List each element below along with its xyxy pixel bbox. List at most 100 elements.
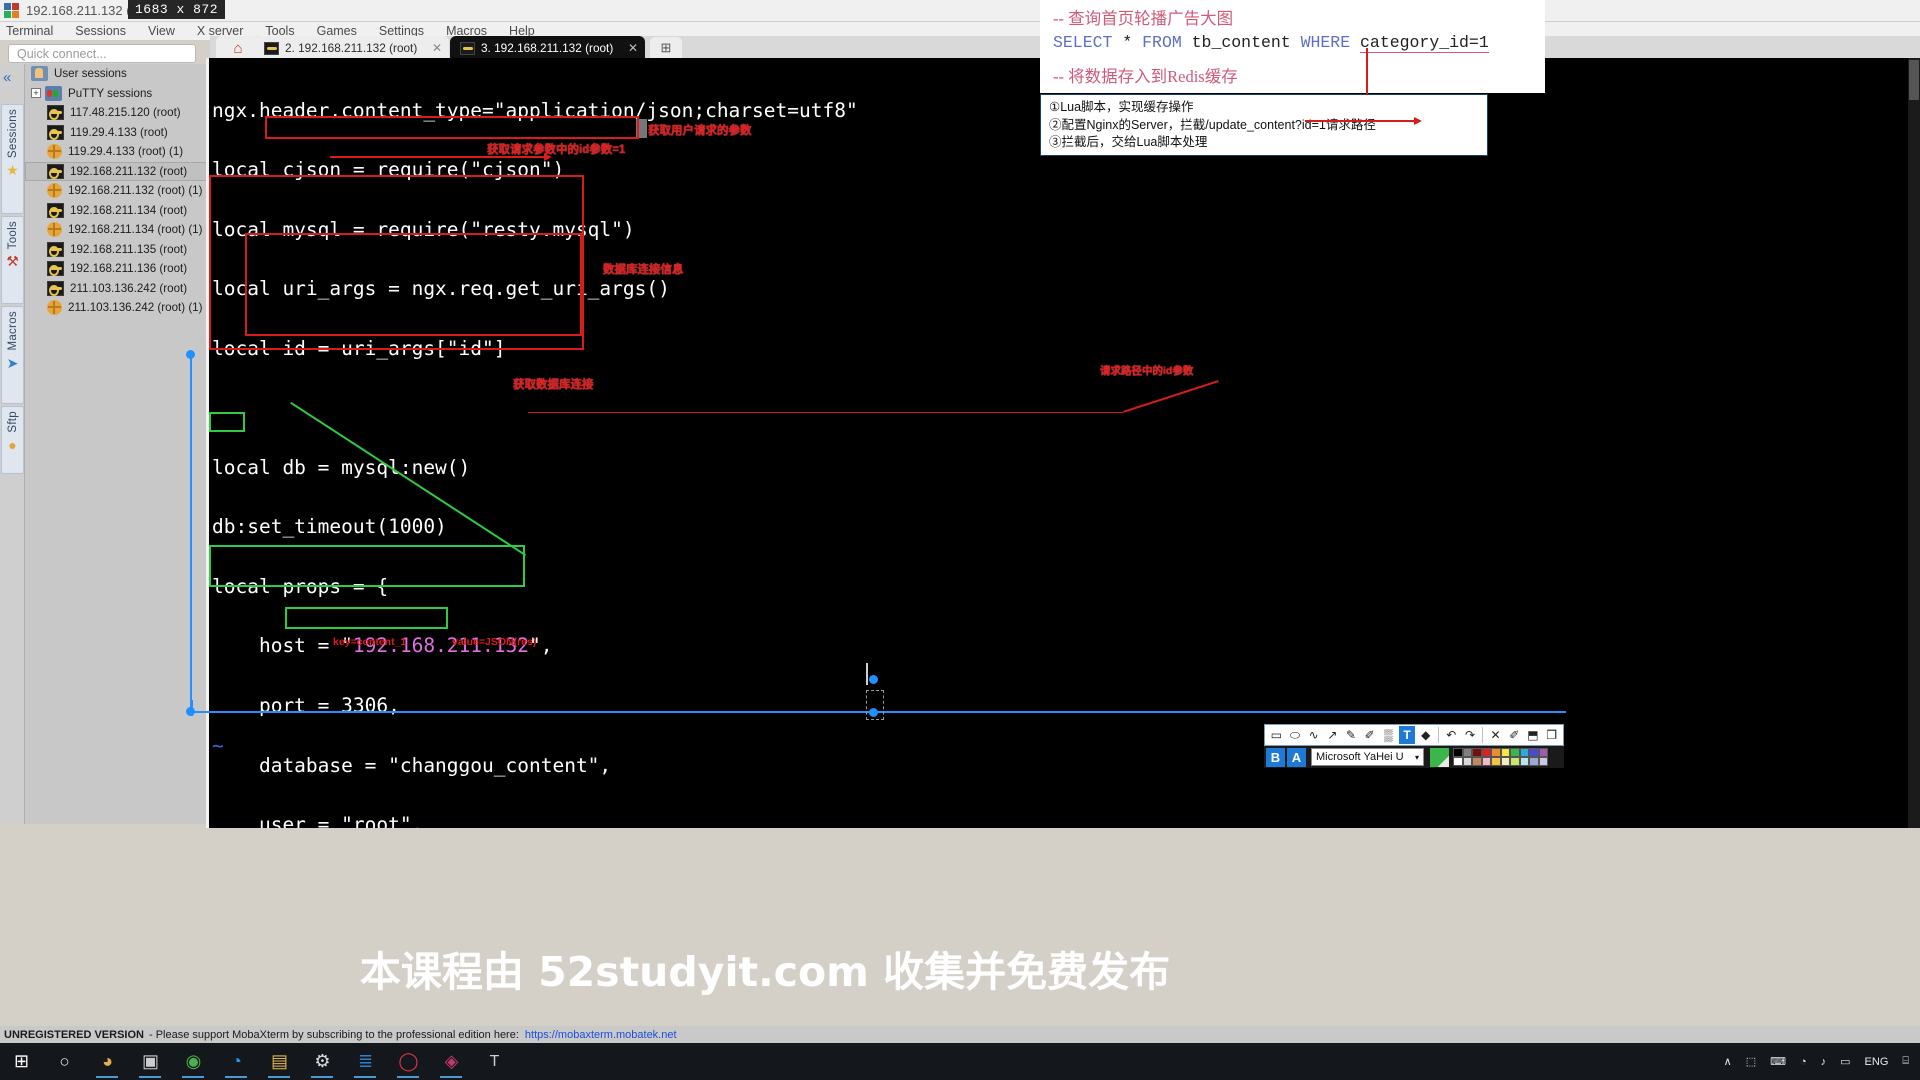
color-swatch[interactable] [1481, 757, 1491, 766]
taskbar-text-app[interactable]: T [473, 1043, 516, 1080]
color-swatch[interactable] [1472, 748, 1482, 757]
scrollbar-thumb[interactable] [1909, 60, 1919, 100]
session-item-3[interactable]: 192.168.211.132 (root) [25, 161, 210, 181]
save-button-icon[interactable]: ⬒ [1525, 726, 1542, 744]
font-color-toolbar[interactable]: B A Microsoft YaHei U ▾ [1264, 746, 1564, 768]
expand-icon[interactable]: + [31, 88, 41, 99]
font-style-button[interactable]: A [1287, 747, 1306, 767]
tray-network-icon[interactable]: ◔ [1800, 1056, 1807, 1068]
session-item-0[interactable]: 117.48.215.120 (root) [25, 103, 210, 123]
drawing-toolbar[interactable]: ▭ ⬭ ∿ ↗ ✎ ✐ ▒ T ◆ ↶ ↷ ✕ ✐ ⬒ ❐ [1264, 724, 1564, 746]
arrow-tool-icon[interactable]: ↗ [1324, 726, 1341, 744]
tab-session-3[interactable]: 3. 192.168.211.132 (root) ✕ [450, 36, 645, 60]
tray-keyboard-icon[interactable]: ⌨ [1770, 1055, 1786, 1068]
color-swatch[interactable] [1538, 757, 1548, 766]
color-swatch[interactable] [1453, 757, 1463, 766]
color-swatch[interactable] [1529, 748, 1539, 757]
color-swatch[interactable] [1500, 748, 1510, 757]
color-swatch[interactable] [1472, 757, 1482, 766]
windows-taskbar[interactable]: ⊞ ○ ◕ ▣ ◉ ◔ ▤ ⚙ ≣ ◯ ◈ T ∧ ⬚ ⌨ ◔ ♪ ▭ ENG … [0, 1043, 1920, 1080]
color-swatch[interactable] [1462, 757, 1472, 766]
text-tool-icon[interactable]: T [1398, 726, 1416, 744]
color-swatch[interactable] [1462, 748, 1472, 757]
menu-view[interactable]: View [148, 24, 175, 38]
session-item-7[interactable]: 192.168.211.135 (root) [25, 240, 210, 260]
session-item-8[interactable]: 192.168.211.136 (root) [25, 259, 210, 279]
session-item-6[interactable]: 192.168.211.134 (root) (1) [25, 220, 210, 240]
session-item-1[interactable]: 119.29.4.133 (root) [25, 123, 210, 143]
tray-display-icon[interactable]: ▭ [1840, 1055, 1850, 1068]
bold-button[interactable]: B [1266, 747, 1285, 767]
taskbar-edge[interactable]: ◔ [215, 1043, 258, 1080]
taskbar-explorer[interactable]: ▤ [258, 1043, 301, 1080]
taskbar-idea[interactable]: ◈ [430, 1043, 473, 1080]
taskbar-editor[interactable]: ≣ [344, 1043, 387, 1080]
selection-handle-top[interactable] [186, 350, 195, 359]
current-color-swatch[interactable] [1430, 747, 1449, 767]
session-item-9[interactable]: 211.103.136.242 (root) [25, 279, 210, 299]
system-tray[interactable]: ∧ ⬚ ⌨ ◔ ♪ ▭ ENG ⌸ [1717, 1043, 1916, 1080]
start-button[interactable]: ⊞ [0, 1043, 43, 1080]
taskbar-chrome[interactable]: ◉ [172, 1043, 215, 1080]
color-palette[interactable] [1453, 748, 1548, 766]
key-icon [47, 241, 64, 257]
tray-notifications-icon[interactable]: ⌸ [1902, 1055, 1909, 1068]
color-swatch[interactable] [1481, 748, 1491, 757]
highlighter-tool-icon[interactable]: ✐ [1361, 726, 1378, 744]
new-tab-button[interactable]: ⊞ [650, 37, 682, 59]
color-swatch[interactable] [1538, 748, 1548, 757]
ellipse-tool-icon[interactable]: ⬭ [1287, 726, 1304, 744]
redo-button-icon[interactable]: ↷ [1462, 726, 1479, 744]
sidebar-tab-sftp[interactable]: Sftp ● [1, 406, 24, 474]
copy-button-icon[interactable]: ❐ [1543, 726, 1560, 744]
taskbar-settings[interactable]: ⚙ [301, 1043, 344, 1080]
sidebar-tab-sessions[interactable]: Sessions ★ [1, 104, 24, 214]
close-button-icon[interactable]: ✕ [1487, 726, 1504, 744]
close-icon[interactable]: ✕ [432, 41, 442, 55]
menu-terminal[interactable]: Terminal [6, 24, 53, 38]
rectangle-tool-icon[interactable]: ▭ [1268, 726, 1285, 744]
color-swatch[interactable] [1519, 748, 1529, 757]
close-icon[interactable]: ✕ [628, 41, 638, 55]
pencil-tool-icon[interactable]: ✎ [1343, 726, 1360, 744]
taskbar-app-1[interactable]: ◕ [86, 1043, 129, 1080]
color-swatch[interactable] [1491, 748, 1501, 757]
tree-group-putty-sessions[interactable]: + PuTTY sessions [25, 84, 210, 104]
taskbar-mobaxterm[interactable]: ▣ [129, 1043, 172, 1080]
curve-tool-icon[interactable]: ∿ [1305, 726, 1322, 744]
menu-sessions[interactable]: Sessions [75, 24, 126, 38]
session-item-5[interactable]: 192.168.211.134 (root) [25, 201, 210, 221]
tray-volume-icon[interactable]: ♪ [1821, 1056, 1827, 1068]
color-swatch[interactable] [1529, 757, 1539, 766]
session-item-4[interactable]: 192.168.211.132 (root) (1) [25, 181, 210, 201]
eraser-tool-icon[interactable]: ◆ [1417, 726, 1434, 744]
tab-session-2[interactable]: 2. 192.168.211.132 (root) ✕ [254, 36, 449, 60]
session-item-2[interactable]: 119.29.4.133 (root) (1) [25, 142, 210, 162]
tree-root-user-sessions[interactable]: User sessions [25, 64, 210, 84]
cortana-button[interactable]: ○ [43, 1043, 86, 1080]
color-swatch[interactable] [1510, 748, 1520, 757]
quick-connect-input[interactable]: Quick connect... [8, 44, 196, 63]
key-icon [460, 41, 475, 55]
taskbar-opera[interactable]: ◯ [387, 1043, 430, 1080]
mosaic-tool-icon[interactable]: ▒ [1380, 726, 1397, 744]
color-swatch[interactable] [1453, 748, 1463, 757]
color-swatch[interactable] [1500, 757, 1510, 766]
upgrade-link[interactable]: https://mobaxterm.mobatek.net [525, 1029, 677, 1041]
session-item-10[interactable]: 211.103.136.242 (root) (1) [25, 298, 210, 318]
color-swatch[interactable] [1491, 757, 1501, 766]
terminal-scrollbar[interactable] [1908, 58, 1920, 828]
sidebar-tab-tools[interactable]: Tools ⚒ [1, 216, 24, 304]
tray-battery-icon[interactable]: ⬚ [1746, 1055, 1756, 1068]
pin-button-icon[interactable]: ✐ [1506, 726, 1523, 744]
text-handle-bottom[interactable] [869, 708, 878, 717]
text-handle-top[interactable] [869, 675, 878, 684]
font-family-select[interactable]: Microsoft YaHei U ▾ [1311, 748, 1424, 766]
collapse-sidebar-icon[interactable]: « [3, 69, 11, 86]
tray-chevron-icon[interactable]: ∧ [1724, 1055, 1732, 1068]
color-swatch[interactable] [1510, 757, 1520, 766]
sidebar-tab-macros[interactable]: Macros ➤ [1, 306, 24, 404]
tray-language-indicator[interactable]: ENG [1865, 1056, 1889, 1068]
color-swatch[interactable] [1519, 757, 1529, 766]
undo-button-icon[interactable]: ↶ [1443, 726, 1460, 744]
